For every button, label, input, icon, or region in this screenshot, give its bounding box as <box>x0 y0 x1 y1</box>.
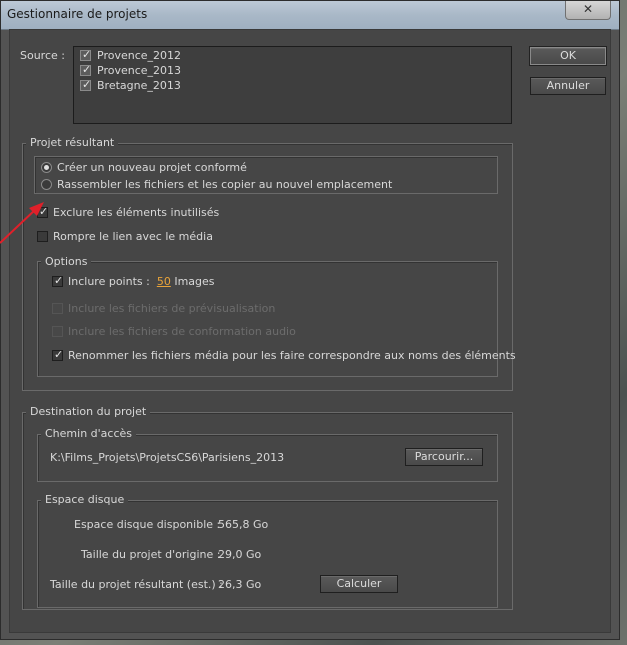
rename-media-label: Renommer les fichiers média pour les fai… <box>68 349 516 362</box>
disk-available-value: 565,8 Go <box>218 518 269 531</box>
source-label: Source : <box>20 49 65 62</box>
include-points-label: Inclure points : 50 Images <box>68 275 215 288</box>
radio-collect-files[interactable] <box>41 179 52 190</box>
check-icon: ✓ <box>82 78 92 91</box>
origin-size-label: Taille du projet d'origine : <box>81 548 221 561</box>
include-points-suffix: Images <box>174 275 215 288</box>
source-item-label-1: Provence_2012 <box>97 49 182 62</box>
source-item-checkbox-3[interactable]: ✓ <box>80 78 92 91</box>
path-legend: Chemin d'accès <box>41 427 137 440</box>
calculate-button[interactable]: Calculer <box>320 575 398 593</box>
exclude-unused-label: Exclure les éléments inutilisés <box>53 206 220 219</box>
include-preview-checkbox[interactable] <box>52 303 63 314</box>
dialog-body: Source : ✓ Provence_2012 ✓ Provence_2013… <box>9 29 611 633</box>
rename-media-checkbox[interactable]: ✓ <box>52 348 64 361</box>
check-icon: ✓ <box>54 274 64 287</box>
project-manager-dialog: Gestionnaire de projets ✕ Source : ✓ Pro… <box>0 0 620 640</box>
check-icon: ✓ <box>82 48 92 61</box>
radio-selected-dot <box>44 165 49 170</box>
disk-space-legend: Espace disque <box>41 493 129 506</box>
check-icon: ✓ <box>54 348 64 361</box>
include-audio-label: Inclure les fichiers de conformation aud… <box>68 325 296 338</box>
source-item-checkbox-1[interactable]: ✓ <box>80 48 92 61</box>
window-title: Gestionnaire de projets <box>7 7 148 21</box>
browse-button[interactable]: Parcourir... <box>405 448 483 466</box>
result-size-label: Taille du projet résultant (est.) : <box>50 578 223 591</box>
destination-legend: Destination du projet <box>26 405 151 418</box>
check-icon: ✓ <box>82 63 92 76</box>
source-item-label-3: Bretagne_2013 <box>97 79 181 92</box>
source-list[interactable]: ✓ Provence_2012 ✓ Provence_2013 ✓ Bretag… <box>73 46 512 124</box>
cancel-button[interactable]: Annuler <box>530 77 606 95</box>
source-item-checkbox-2[interactable]: ✓ <box>80 63 92 76</box>
radio-new-project-label: Créer un nouveau projet conformé <box>57 161 247 174</box>
radio-collect-files-label: Rassembler les fichiers et les copier au… <box>57 178 393 191</box>
include-points-value[interactable]: 50 <box>157 275 171 288</box>
include-audio-checkbox[interactable] <box>52 326 63 337</box>
destination-path: K:\Films_Projets\ProjetsCS6\Parisiens_20… <box>50 451 285 464</box>
ok-button[interactable]: OK <box>529 46 607 66</box>
close-button[interactable]: ✕ <box>565 1 611 20</box>
disk-available-label: Espace disque disponible : <box>74 518 221 531</box>
options-legend: Options <box>41 255 92 268</box>
radio-new-project[interactable] <box>41 162 52 173</box>
source-item-label-2: Provence_2013 <box>97 64 182 77</box>
origin-size-value: 29,0 Go <box>218 548 262 561</box>
break-link-label: Rompre le lien avec le média <box>53 230 213 243</box>
annotation-arrow-icon <box>0 202 44 244</box>
title-bar: Gestionnaire de projets ✕ <box>1 1 619 30</box>
include-points-prefix: Inclure points : <box>68 275 150 288</box>
result-project-legend: Projet résultant <box>26 136 119 149</box>
result-size-value: 26,3 Go <box>218 578 262 591</box>
include-preview-label: Inclure les fichiers de prévisualisation <box>68 302 276 315</box>
include-points-checkbox[interactable]: ✓ <box>52 274 64 287</box>
